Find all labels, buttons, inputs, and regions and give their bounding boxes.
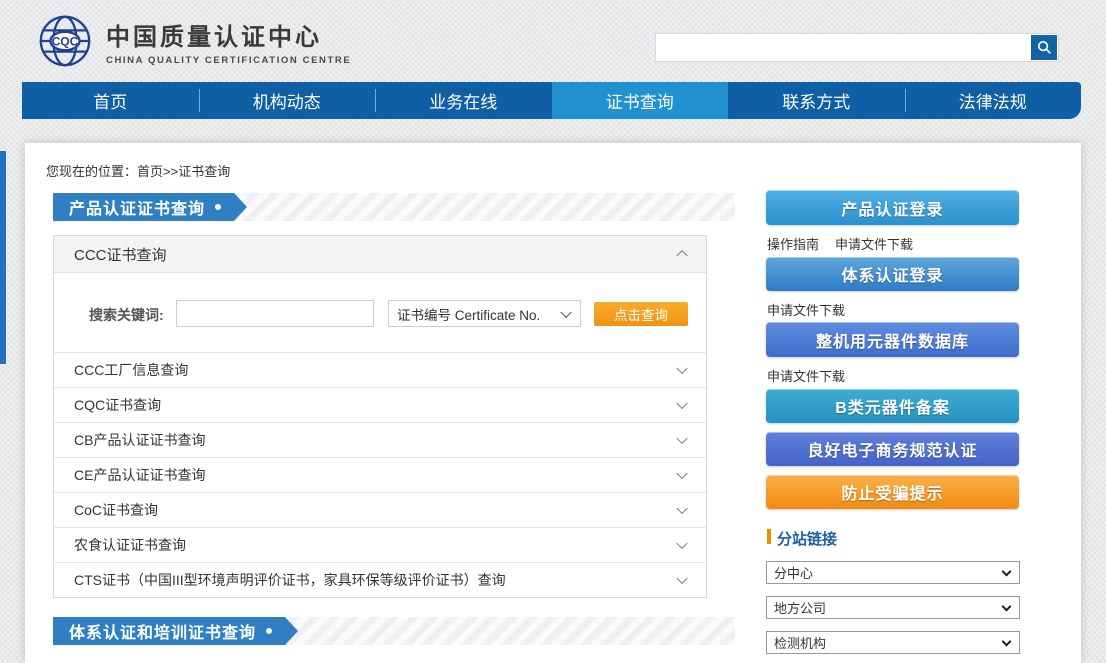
accordion-item-label: CoC证书查询 bbox=[74, 500, 158, 520]
cqc-globe-icon: CQC bbox=[34, 12, 96, 70]
system-section-title: 体系认证和培训证书查询 bbox=[69, 619, 256, 643]
query-button[interactable]: 点击查询 bbox=[594, 302, 688, 326]
accordion-item-coc-certificate[interactable]: CoC证书查询 bbox=[54, 492, 706, 527]
chevron-down-icon bbox=[1002, 636, 1012, 646]
product-section-band: 产品认证证书查询 bbox=[53, 193, 735, 221]
select-value: 地方公司 bbox=[774, 598, 826, 617]
svg-text:CQC: CQC bbox=[52, 34, 79, 48]
brand-name-en: CHINA QUALITY CERTIFICATION CENTRE bbox=[106, 55, 351, 66]
system-section-banner: 体系认证和培训证书查询 bbox=[53, 617, 298, 645]
sidebar-links-row: 操作指南 申请文件下载 bbox=[767, 234, 929, 253]
chevron-down-icon bbox=[676, 573, 687, 584]
search-icon bbox=[1037, 40, 1052, 55]
chevron-down-icon bbox=[560, 306, 571, 317]
testing-agency-select[interactable]: 检测机构 bbox=[766, 631, 1020, 654]
breadcrumb-current: 证书查询 bbox=[178, 164, 230, 179]
system-cert-login-button[interactable]: 体系认证登录 bbox=[766, 257, 1019, 291]
left-edge-widget-strip[interactable] bbox=[0, 151, 6, 364]
accordion-item-ce-certificate[interactable]: CE产品认证证书查询 bbox=[54, 457, 706, 492]
accordion-item-label: 农食认证证书查询 bbox=[74, 535, 186, 555]
breadcrumb: 您现在的位置：首页>>证书查询 bbox=[46, 161, 230, 180]
certificate-type-select[interactable]: 证书编号 Certificate No. bbox=[388, 300, 581, 327]
breadcrumb-prefix: 您现在的位置： bbox=[46, 164, 137, 179]
chevron-down-icon bbox=[676, 468, 687, 479]
accordion-item-cts-certificate[interactable]: CTS证书（中国III型环境声明评价证书，家具环保等级评价证书）查询 bbox=[54, 562, 706, 597]
application-download-link[interactable]: 申请文件下载 bbox=[835, 237, 913, 252]
nav-item-certificate-query[interactable]: 证书查询 bbox=[552, 82, 729, 119]
product-cert-login-button[interactable]: 产品认证登录 bbox=[766, 190, 1019, 225]
branch-center-select[interactable]: 分中心 bbox=[766, 561, 1020, 584]
keyword-label: 搜索关键词: bbox=[89, 305, 164, 325]
nav-item-news[interactable]: 机构动态 bbox=[199, 82, 376, 119]
chevron-up-icon bbox=[676, 250, 687, 261]
fraud-prevention-button[interactable]: 防止受骗提示 bbox=[766, 475, 1019, 509]
substation-links-title: 分站链接 bbox=[767, 528, 837, 549]
accordion-item-cb-certificate[interactable]: CB产品认证证书查询 bbox=[54, 422, 706, 457]
banner-dot-icon bbox=[266, 628, 272, 634]
application-download-link[interactable]: 申请文件下载 bbox=[767, 369, 845, 384]
chevron-down-icon bbox=[676, 538, 687, 549]
nav-item-laws[interactable]: 法律法规 bbox=[905, 82, 1082, 119]
system-section-band: 体系认证和培训证书查询 bbox=[53, 617, 735, 645]
chevron-down-icon bbox=[1002, 566, 1012, 576]
nav-item-contact[interactable]: 联系方式 bbox=[728, 82, 905, 119]
brand-name-cn: 中国质量认证中心 bbox=[106, 17, 351, 52]
keyword-input[interactable] bbox=[176, 300, 374, 327]
chevron-down-icon bbox=[676, 363, 687, 374]
accordion-item-agrifood-certificate[interactable]: 农食认证证书查询 bbox=[54, 527, 706, 562]
class-b-component-filing-button[interactable]: B类元器件备案 bbox=[766, 389, 1019, 423]
breadcrumb-home-link[interactable]: 首页 bbox=[137, 164, 163, 179]
accordion-item-label: CQC证书查询 bbox=[74, 395, 161, 415]
nav-item-home[interactable]: 首页 bbox=[22, 82, 199, 119]
certificate-type-selected-value: 证书编号 Certificate No. bbox=[397, 304, 540, 324]
chevron-down-icon bbox=[676, 398, 687, 409]
accordion-item-label: CE产品认证证书查询 bbox=[74, 465, 205, 485]
chevron-down-icon bbox=[676, 503, 687, 514]
select-value: 检测机构 bbox=[774, 633, 826, 652]
search-input[interactable] bbox=[656, 34, 1030, 61]
product-section-banner: 产品认证证书查询 bbox=[53, 193, 247, 221]
accordion-item-label: CB产品认证证书查询 bbox=[74, 430, 205, 450]
product-section-title: 产品认证证书查询 bbox=[69, 195, 205, 219]
local-company-select[interactable]: 地方公司 bbox=[766, 596, 1020, 619]
chevron-down-icon bbox=[1002, 601, 1012, 611]
accordion-item-label: CTS证书（中国III型环境声明评价证书，家具环保等级评价证书）查询 bbox=[74, 570, 506, 590]
accordion-item-label: CCC工厂信息查询 bbox=[74, 360, 188, 380]
nav-item-online-business[interactable]: 业务在线 bbox=[375, 82, 552, 119]
content-card: 您现在的位置：首页>>证书查询 产品认证证书查询 CCC证书查询 搜索关键词: … bbox=[25, 143, 1081, 663]
chevron-down-icon bbox=[676, 433, 687, 444]
banner-dot-icon bbox=[215, 204, 221, 210]
select-value: 分中心 bbox=[774, 563, 813, 582]
component-database-button[interactable]: 整机用元器件数据库 bbox=[766, 322, 1019, 357]
application-download-link[interactable]: 申请文件下载 bbox=[767, 303, 845, 318]
header-search bbox=[655, 33, 1059, 62]
ccc-search-panel: 搜索关键词: 证书编号 Certificate No. 点击查询 bbox=[54, 272, 706, 352]
accordion-item-ccc-factory[interactable]: CCC工厂信息查询 bbox=[54, 352, 706, 387]
accordion-item-label: CCC证书查询 bbox=[74, 244, 167, 265]
breadcrumb-separator: >> bbox=[163, 164, 178, 179]
cqc-logo[interactable]: CQC 中国质量认证中心 CHINA QUALITY CERTIFICATION… bbox=[34, 10, 351, 72]
brand-text: 中国质量认证中心 CHINA QUALITY CERTIFICATION CEN… bbox=[106, 17, 351, 66]
ecommerce-certification-button[interactable]: 良好电子商务规范认证 bbox=[766, 432, 1019, 466]
product-query-accordion: CCC证书查询 搜索关键词: 证书编号 Certificate No. 点击查询… bbox=[53, 235, 707, 598]
accordion-item-ccc-certificate[interactable]: CCC证书查询 bbox=[54, 236, 706, 272]
sidebar-links-row: 申请文件下载 bbox=[767, 300, 861, 319]
operation-guide-link[interactable]: 操作指南 bbox=[767, 237, 819, 252]
accordion-item-cqc-certificate[interactable]: CQC证书查询 bbox=[54, 387, 706, 422]
main-nav: 首页 机构动态 业务在线 证书查询 联系方式 法律法规 bbox=[22, 82, 1081, 119]
search-button[interactable] bbox=[1031, 35, 1057, 60]
sidebar-links-row: 申请文件下载 bbox=[767, 366, 861, 385]
